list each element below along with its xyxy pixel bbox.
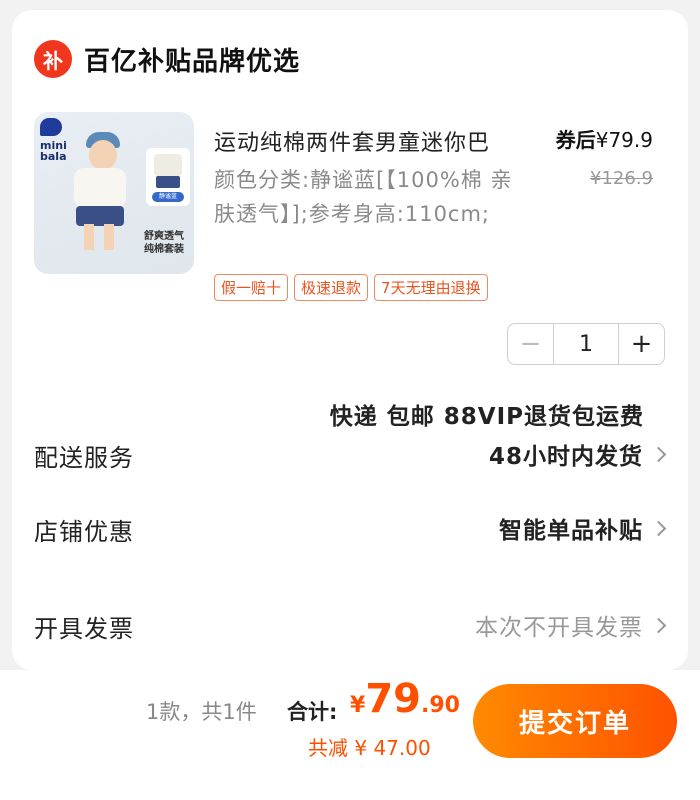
order-card: 补 百亿补贴品牌优选 mini bala 静谧蓝 舒爽透气 纯棉套装 运动纯棉两… bbox=[12, 10, 688, 670]
store-discount-label: 店铺优惠 bbox=[34, 518, 134, 546]
tag-fake-compensation: 假一赔十 bbox=[214, 274, 289, 301]
mini-color-badge-text: 静谧蓝 bbox=[158, 193, 177, 200]
store-discount-row[interactable]: 智能单品补贴 bbox=[499, 511, 667, 545]
price-after-value: ¥79.9 bbox=[595, 128, 653, 152]
tag-7day-return: 7天无理由退换 bbox=[374, 274, 488, 301]
store-discount-value: 智能单品补贴 bbox=[499, 518, 643, 544]
price-after-coupon: 券后¥79.9 bbox=[556, 124, 653, 153]
product-title[interactable]: 运动纯棉两件套男童迷你巴 bbox=[214, 125, 490, 157]
shop-header[interactable]: 补 百亿补贴品牌优选 bbox=[34, 40, 300, 78]
checkout-bar: 1款，共1件 合计: ¥79.90 共减 ¥ 47.00 提交订单 bbox=[0, 670, 700, 800]
invoice-value: 本次不开具发票 bbox=[475, 615, 643, 641]
mini-shorts-shape bbox=[156, 176, 180, 188]
item-count: 1款，共1件 bbox=[146, 700, 257, 724]
invoice-row[interactable]: 本次不开具发票 bbox=[475, 608, 667, 642]
kid-shirt-shape bbox=[74, 168, 126, 208]
image-caption: 舒爽透气 纯棉套装 bbox=[144, 231, 184, 255]
brand-text: mini bala bbox=[40, 139, 67, 163]
shop-logo-icon: 补 bbox=[34, 40, 72, 78]
delivery-time: 48小时内发货 bbox=[488, 444, 643, 470]
total-integer: 79 bbox=[365, 676, 421, 722]
total-price: ¥79.90 bbox=[350, 676, 460, 722]
chevron-right-icon bbox=[650, 446, 667, 462]
mini-outfit-card: 静谧蓝 bbox=[146, 148, 190, 206]
increase-quantity-button[interactable]: + bbox=[618, 324, 664, 364]
quantity-stepper: − 1 + bbox=[507, 323, 665, 365]
kid-leg-shape bbox=[84, 224, 94, 250]
chevron-right-icon bbox=[650, 617, 667, 633]
delivery-row[interactable]: 48小时内发货 bbox=[488, 437, 667, 471]
product-image[interactable]: mini bala 静谧蓝 舒爽透气 纯棉套装 bbox=[34, 112, 194, 274]
delivery-label: 配送服务 bbox=[34, 444, 134, 472]
kid-head-shape bbox=[89, 140, 117, 170]
kid-leg-shape bbox=[104, 224, 114, 250]
shop-name[interactable]: 百亿补贴品牌优选 bbox=[84, 41, 300, 78]
chevron-right-icon bbox=[650, 520, 667, 536]
total-decimal: .90 bbox=[420, 693, 460, 718]
tag-fast-refund: 极速退款 bbox=[294, 274, 369, 301]
service-tags: 假一赔十 极速退款 7天无理由退换 bbox=[214, 274, 488, 301]
price-after-label: 券后 bbox=[555, 128, 596, 152]
total-currency: ¥ bbox=[350, 693, 366, 718]
original-price: ¥126.9 bbox=[590, 168, 653, 189]
mini-shirt-shape bbox=[154, 154, 182, 176]
invoice-label: 开具发票 bbox=[34, 615, 134, 643]
brand-logo-icon: mini bala bbox=[40, 118, 70, 162]
submit-order-button[interactable]: 提交订单 bbox=[473, 684, 677, 758]
brand-mark-icon bbox=[40, 118, 62, 136]
decrease-quantity-button[interactable]: − bbox=[508, 324, 554, 364]
kid-shorts-shape bbox=[76, 206, 124, 226]
product-spec[interactable]: 颜色分类:静谧蓝[【100%棉 亲肤透气】];参考身高:110cm; bbox=[214, 163, 514, 231]
total-savings[interactable]: 共减 ¥ 47.00 bbox=[308, 732, 431, 761]
total-label: 合计: bbox=[287, 700, 338, 724]
delivery-info: 快递 包邮 88VIP退货包运费 bbox=[329, 404, 644, 430]
quantity-value[interactable]: 1 bbox=[554, 324, 618, 364]
